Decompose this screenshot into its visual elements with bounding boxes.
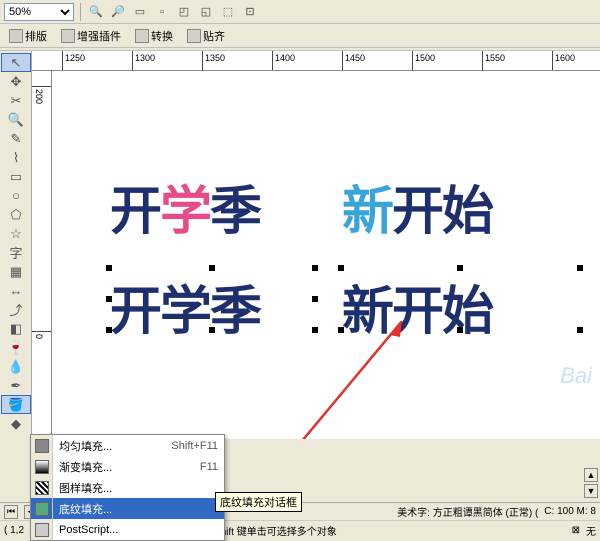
convert-button[interactable]: 转换 bbox=[130, 26, 178, 46]
fill-tool[interactable]: 🪣 bbox=[1, 395, 31, 414]
canvas[interactable]: 开学季 新开始 开学季 新开始 Bai bbox=[52, 71, 600, 439]
text-line2-right[interactable]: 新开始 bbox=[342, 269, 492, 344]
zoom-page-icon[interactable]: ▫ bbox=[153, 3, 171, 21]
outline-tool[interactable]: ✒ bbox=[1, 376, 31, 395]
dimension-tool[interactable]: ↔ bbox=[1, 281, 31, 300]
zoom-sel-icon[interactable]: ◰ bbox=[175, 3, 193, 21]
cursor-pos: ( 1,2 bbox=[4, 525, 24, 536]
interactive-fill[interactable]: ◆ bbox=[1, 414, 31, 433]
text-line1-left: 开学季 bbox=[110, 169, 260, 244]
text-tool[interactable]: 字 bbox=[1, 243, 31, 262]
text-line1-right: 新开始 bbox=[342, 169, 492, 244]
crop-tool[interactable]: ✂ bbox=[1, 91, 31, 110]
zoom-w-icon[interactable]: ⬚ bbox=[219, 3, 237, 21]
menu-gradient-fill[interactable]: 渐变填充...F11 bbox=[31, 456, 224, 477]
menu-texture-fill[interactable]: 底纹填充... bbox=[31, 498, 224, 519]
ellipse-tool[interactable]: ○ bbox=[1, 186, 31, 205]
rect-tool[interactable]: ▭ bbox=[1, 167, 31, 186]
zoom-in-icon[interactable]: 🔍 bbox=[87, 3, 105, 21]
transparency-tool[interactable]: 🍷 bbox=[1, 338, 31, 357]
scroll-down-icon[interactable]: ▼ bbox=[584, 484, 598, 498]
workspace: ↖ ✥ ✂ 🔍 ✎ ⌇ ▭ ○ ⬠ ☆ 字 ▦ ↔ ⤴ ◧ 🍷 💧 ✒ 🪣 ◆ … bbox=[0, 51, 600, 439]
blend-tool[interactable]: ◧ bbox=[1, 319, 31, 338]
zoom-fit-icon[interactable]: ▭ bbox=[131, 3, 149, 21]
dropper-tool[interactable]: 💧 bbox=[1, 357, 31, 376]
scroll-up-icon[interactable]: ▲ bbox=[584, 468, 598, 482]
object-info: 美术字: 方正粗谭黑简体 (正常) ( bbox=[397, 504, 538, 519]
shape-tool[interactable]: ✥ bbox=[1, 72, 31, 91]
no-fill-icon: ⊠ bbox=[572, 525, 580, 536]
smart-tool[interactable]: ⌇ bbox=[1, 148, 31, 167]
zoom-h-icon[interactable]: ⊡ bbox=[241, 3, 259, 21]
menu-postscript-fill[interactable]: PostScript... bbox=[31, 519, 224, 540]
tooltip: 底纹填充对话框 bbox=[215, 492, 302, 512]
zoom-toolbar: 50% 🔍 🔎 ▭ ▫ ◰ ◱ ⬚ ⊡ bbox=[0, 0, 600, 24]
zoom-all-icon[interactable]: ◱ bbox=[197, 3, 215, 21]
fill-flyout-menu: 均匀填充...Shift+F11 渐变填充...F11 图样填充... 底纹填充… bbox=[30, 434, 225, 541]
layout-button[interactable]: 排版 bbox=[4, 26, 52, 46]
pick-tool[interactable]: ↖ bbox=[1, 53, 31, 72]
toolbox: ↖ ✥ ✂ 🔍 ✎ ⌇ ▭ ○ ⬠ ☆ 字 ▦ ↔ ⤴ ◧ 🍷 💧 ✒ 🪣 ◆ bbox=[0, 51, 32, 439]
zoom-out-icon[interactable]: 🔎 bbox=[109, 3, 127, 21]
table-tool[interactable]: ▦ bbox=[1, 262, 31, 281]
snap-button[interactable]: 贴齐 bbox=[182, 26, 230, 46]
connector-tool[interactable]: ⤴ bbox=[1, 300, 31, 319]
canvas-area: 1250 1300 1350 1400 1450 1500 1550 1600 … bbox=[32, 51, 600, 439]
zoom-tool[interactable]: 🔍 bbox=[1, 110, 31, 129]
plugin-toolbar: 排版 增强插件 转换 贴齐 bbox=[0, 24, 600, 48]
freehand-tool[interactable]: ✎ bbox=[1, 129, 31, 148]
menu-uniform-fill[interactable]: 均匀填充...Shift+F11 bbox=[31, 435, 224, 456]
polygon-tool[interactable]: ⬠ bbox=[1, 205, 31, 224]
zoom-select[interactable]: 50% bbox=[4, 3, 74, 21]
no-fill-label: 无 bbox=[586, 523, 596, 538]
horizontal-ruler: 1250 1300 1350 1400 1450 1500 1550 1600 bbox=[32, 51, 600, 71]
cmyk-info: C: 100 M: 8 bbox=[544, 506, 596, 517]
vertical-ruler: 200 0 bbox=[32, 71, 52, 439]
page-first-icon[interactable]: ⏮ bbox=[4, 505, 18, 519]
watermark: Bai bbox=[560, 363, 592, 389]
scroll-controls: ▲ ▼ bbox=[584, 468, 598, 498]
menu-pattern-fill[interactable]: 图样填充... bbox=[31, 477, 224, 498]
plugin-button[interactable]: 增强插件 bbox=[56, 26, 126, 46]
text-line2-left[interactable]: 开学季 bbox=[110, 269, 260, 344]
shapes-tool[interactable]: ☆ bbox=[1, 224, 31, 243]
